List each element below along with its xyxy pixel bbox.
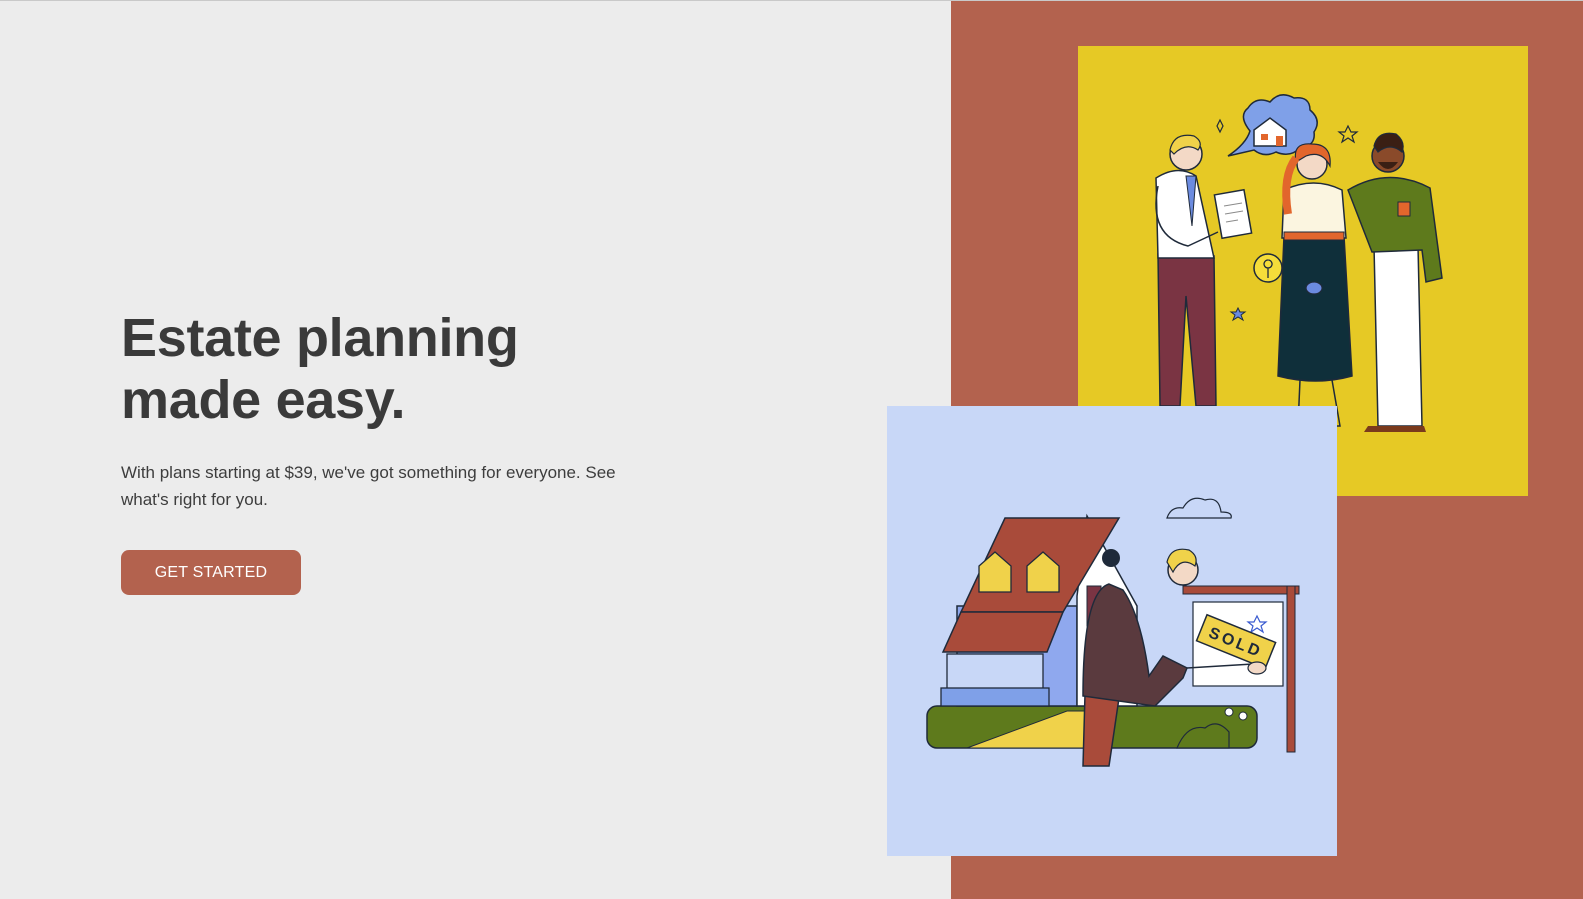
headline-line-1: Estate planning (121, 308, 519, 368)
hero-subtext: With plans starting at $39, we've got so… (121, 463, 616, 509)
agent-figure (1155, 134, 1253, 407)
get-started-button[interactable]: GET STARTED (121, 550, 301, 595)
sold-house-illustration: SOLD (926, 497, 1300, 767)
sold-house-illustration-card: SOLD (887, 406, 1337, 856)
hero-section: Estate planning made easy. With plans st… (0, 1, 951, 899)
headline-line-2: made easy. (121, 370, 406, 430)
woman-figure (1277, 143, 1353, 427)
hero-headline: Estate planning made easy. (121, 307, 519, 431)
husband-figure (1347, 132, 1443, 432)
